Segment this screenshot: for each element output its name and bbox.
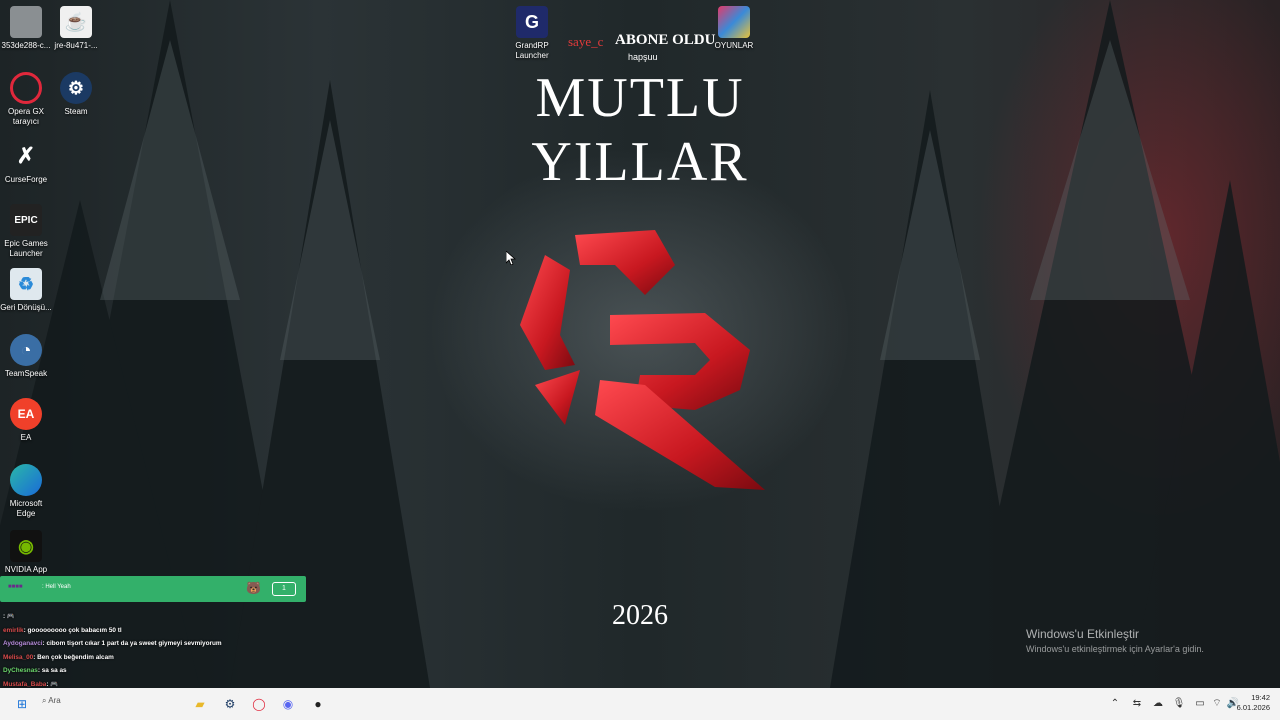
chat-highlight-count: 1	[272, 582, 296, 596]
epic-games-icon: EPIC	[10, 204, 42, 236]
activation-subtext: Windows'u etkinleştirmek için Ayarlar'a …	[1026, 644, 1204, 654]
wallpaper-title: MUTLU YILLAR	[531, 67, 749, 193]
chat-highlight-user: ■■■■	[8, 584, 23, 590]
desktop-icon-epic-games[interactable]: EPIC Epic Games Launcher	[0, 204, 52, 259]
file-icon	[10, 6, 42, 38]
desktop-icon-nvidia[interactable]: ◉ NVIDIA App	[0, 530, 52, 575]
file-explorer-icon[interactable]: ▰	[190, 694, 210, 714]
opera-gx-icon	[10, 72, 42, 104]
chat-message: DyChesnas: sa sa as	[3, 667, 67, 675]
ea-icon: EA	[10, 398, 42, 430]
discord-icon[interactable]: ◉	[278, 694, 298, 714]
desktop-icon-edge[interactable]: Microsoft Edge	[0, 464, 52, 519]
edge-icon	[10, 464, 42, 496]
chat-message: Aydoganavci: cibom tişort cıkar 1 part d…	[3, 640, 222, 648]
microphone-icon[interactable]: 🎙	[1172, 697, 1186, 711]
wallpaper-logo	[520, 230, 765, 490]
activation-heading: Windows'u Etkinleştir	[1026, 627, 1139, 641]
start-icon[interactable]: ⊞	[12, 694, 32, 714]
clock-time: 19:42	[1251, 693, 1270, 702]
taskbar-search[interactable]: ⌕ Ara	[42, 696, 182, 712]
taskbar: ⊞ ⌕ Ara ▰ ⚙ ◯ ◉ ● ⌃ ⇆ ☁ 🎙 ▭ ⌔ 🔊 19:42 6.…	[0, 688, 1280, 720]
opera-gx-icon[interactable]: ◯	[249, 694, 269, 714]
desktop-icon-opera-gx[interactable]: Opera GX tarayıcı	[0, 72, 52, 127]
onedrive-icon[interactable]: ☁	[1151, 697, 1165, 711]
windows-activation-watermark: Windows'u Etkinleştir Windows'u etkinleş…	[1026, 627, 1204, 654]
bear-emote-icon: 🐻	[246, 581, 261, 595]
chat-highlight-text: : Hell Yeah	[42, 584, 71, 590]
folder-games-icon	[718, 6, 750, 38]
desktop-icon-grandrp[interactable]: G GrandRP Launcher	[506, 6, 558, 61]
desktop-icon-java[interactable]: ☕ jre-8u471-...	[50, 6, 102, 51]
alert-subtext: hapşuu	[628, 52, 658, 62]
desktop-icon-teamspeak[interactable]: ◔ TeamSpeak	[0, 334, 52, 379]
desktop-icon-file[interactable]: 353de288-c...	[0, 6, 52, 51]
desktop-icon-oyunlar[interactable]: OYUNLAR	[708, 6, 760, 51]
wifi-icon[interactable]: ⌔	[1210, 697, 1224, 711]
clock-date: 6.01.2026	[1236, 703, 1270, 712]
network-icon[interactable]: ⇆	[1130, 697, 1144, 711]
desktop-icon-steam[interactable]: ⚙ Steam	[50, 72, 102, 117]
java-icon: ☕	[60, 6, 92, 38]
alert-message: ABONE OLDU	[615, 32, 716, 48]
chevron-up-icon[interactable]: ⌃	[1108, 697, 1122, 711]
steam-icon: ⚙	[60, 72, 92, 104]
wallpaper-year: 2026	[612, 600, 668, 631]
alert-username: saye_c	[568, 34, 604, 49]
taskbar-clock[interactable]: 19:42 6.01.2026	[1237, 693, 1270, 713]
steam-icon[interactable]: ⚙	[220, 694, 240, 714]
nvidia-icon: ◉	[10, 530, 42, 562]
desktop-icon-curseforge[interactable]: ✗ CurseForge	[0, 140, 52, 185]
grandrp-icon: G	[516, 6, 548, 38]
chat-highlight-bar: ■■■■ : Hell Yeah 🐻 1	[0, 576, 306, 602]
chat-message: : 🎮	[3, 613, 15, 620]
chat-overlay: : 🎮 emirlik: gooooooooo çok babacım 50 t…	[3, 610, 303, 692]
obs-icon[interactable]: ●	[308, 694, 328, 714]
recycle-bin-icon: ♻	[10, 268, 42, 300]
chat-message: Melisa_00: Ben çok beğendim alcam	[3, 653, 114, 661]
search-placeholder: Ara	[48, 696, 61, 705]
desktop-icon-recycle-bin[interactable]: ♻ Geri Dönüşü...	[0, 268, 52, 313]
chat-message: emirlik: gooooooooo çok babacım 50 tl	[3, 626, 122, 634]
desktop-icon-ea[interactable]: EA EA	[0, 398, 52, 443]
curseforge-icon: ✗	[16, 143, 36, 168]
teamspeak-icon: ◔	[10, 334, 42, 366]
mouse-cursor-icon	[506, 251, 516, 265]
display-icon[interactable]: ▭	[1193, 697, 1207, 711]
